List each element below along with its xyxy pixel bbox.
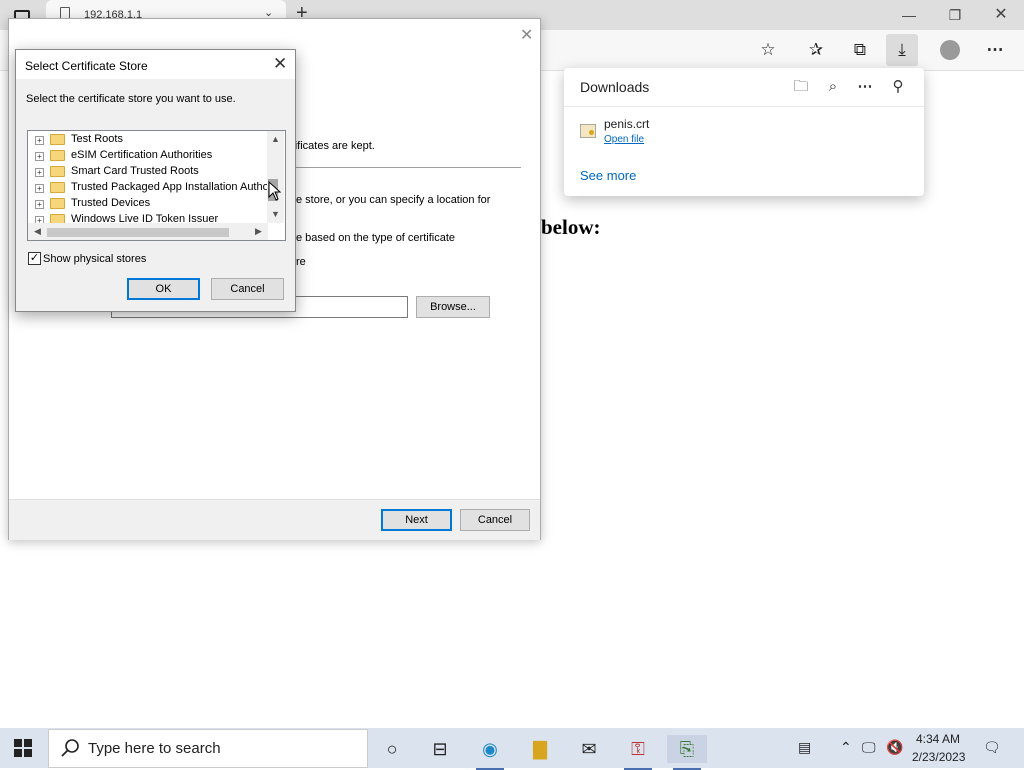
- notifications-icon[interactable]: 🗨: [983, 739, 1001, 756]
- certificate-app-icon[interactable]: ⚿: [618, 735, 658, 770]
- edge-icon[interactable]: ◉: [470, 735, 510, 770]
- browse-button[interactable]: Browse...: [416, 296, 490, 318]
- tree-item[interactable]: + eSIM Certification Authorities: [28, 148, 268, 164]
- next-button[interactable]: Next: [381, 509, 452, 531]
- show-physical-stores-checkbox[interactable]: ✓: [28, 252, 41, 265]
- scroll-up-icon[interactable]: ▲: [267, 134, 284, 144]
- tree-item[interactable]: + Test Roots: [28, 132, 268, 148]
- download-file-name[interactable]: penis.crt: [604, 117, 649, 131]
- select-certificate-store-dialog: Select Certificate Store ✕ Select the ce…: [15, 49, 296, 312]
- clock-date[interactable]: 2/23/2023: [912, 750, 965, 764]
- pin-icon[interactable]: ⚲: [887, 76, 909, 98]
- folder-icon: [50, 166, 65, 177]
- windows-start-icon[interactable]: [14, 739, 32, 757]
- certificate-file-icon: [580, 124, 596, 138]
- add-favorite-icon[interactable]: ☆: [752, 34, 784, 66]
- search-placeholder: Type here to search: [88, 740, 221, 757]
- search-icon[interactable]: ⌕: [822, 76, 844, 98]
- folder-icon: [50, 198, 65, 209]
- dialog-title: Select Certificate Store: [25, 59, 148, 73]
- page-heading: below:: [541, 215, 601, 239]
- network-icon[interactable]: 🖵: [862, 739, 876, 756]
- tree-item-label: eSIM Certification Authorities: [71, 149, 213, 161]
- clock-time[interactable]: 4:34 AM: [916, 732, 960, 746]
- expand-icon[interactable]: +: [35, 168, 44, 177]
- scroll-right-icon[interactable]: ▶: [250, 226, 267, 237]
- folder-icon: [50, 150, 65, 161]
- close-icon[interactable]: ✕: [520, 25, 533, 45]
- wizard-text: rtificates are kept.: [288, 140, 375, 152]
- divider: [564, 106, 924, 107]
- tree-item[interactable]: + Trusted Packaged App Installation Auth…: [28, 180, 268, 196]
- downloads-panel: Downloads 🗀 ⌕ ⋯ ⚲ penis.crt Open file Se…: [564, 68, 924, 196]
- wizard-text: e based on the type of certificate: [296, 232, 455, 244]
- ok-button[interactable]: OK: [127, 278, 200, 300]
- show-physical-stores-label: Show physical stores: [43, 253, 147, 265]
- minimize-button[interactable]: —: [886, 4, 932, 26]
- downloads-title: Downloads: [580, 79, 650, 95]
- tree-item[interactable]: + Smart Card Trusted Roots: [28, 164, 268, 180]
- expand-icon[interactable]: +: [35, 152, 44, 161]
- certificate-import-icon[interactable]: ⎘: [667, 735, 707, 770]
- search-icon: [61, 739, 79, 757]
- dialog-instruction: Select the certificate store you want to…: [26, 93, 236, 105]
- tree-item[interactable]: + Windows Live ID Token Issuer: [28, 212, 268, 223]
- favorites-icon[interactable]: ✰: [800, 34, 832, 66]
- downloads-button[interactable]: ⤓: [886, 34, 918, 66]
- cancel-button[interactable]: Cancel: [211, 278, 284, 300]
- open-file-link[interactable]: Open file: [604, 134, 644, 145]
- tree-item-label: Smart Card Trusted Roots: [71, 165, 199, 177]
- scroll-left-icon[interactable]: ◀: [29, 226, 46, 237]
- chevron-up-icon[interactable]: ⌃: [840, 739, 852, 756]
- wizard-text: e store, or you can specify a location f…: [296, 194, 491, 206]
- tree-item-label: Test Roots: [71, 133, 123, 145]
- action-center-icon[interactable]: ▤: [798, 739, 811, 756]
- see-more-link[interactable]: See more: [580, 168, 636, 183]
- certificate-store-tree[interactable]: + Test Roots + eSIM Certification Author…: [27, 130, 286, 241]
- tree-item-label: Trusted Packaged App Installation Autho: [71, 181, 268, 193]
- close-icon[interactable]: ✕: [273, 54, 287, 74]
- expand-icon[interactable]: +: [35, 136, 44, 145]
- file-explorer-icon[interactable]: ▇: [520, 735, 560, 763]
- expand-icon[interactable]: +: [35, 184, 44, 193]
- close-window-button[interactable]: ✕: [978, 4, 1024, 26]
- collections-icon[interactable]: ⧉: [844, 34, 876, 66]
- expand-icon[interactable]: +: [35, 200, 44, 209]
- more-icon[interactable]: ⋯: [854, 76, 876, 98]
- folder-icon: [50, 134, 65, 145]
- tree-item[interactable]: + Trusted Devices: [28, 196, 268, 212]
- mail-icon[interactable]: ✉: [569, 735, 609, 763]
- scrollbar-thumb[interactable]: [47, 228, 229, 237]
- cancel-button[interactable]: Cancel: [460, 509, 530, 531]
- tree-item-label: Windows Live ID Token Issuer: [71, 213, 219, 223]
- folder-icon: [50, 214, 65, 223]
- scroll-down-icon[interactable]: ▼: [267, 209, 284, 219]
- folder-icon: [50, 182, 65, 193]
- tree-item-label: Trusted Devices: [71, 197, 151, 209]
- profile-avatar[interactable]: [940, 40, 960, 60]
- task-view-icon[interactable]: ⊟: [420, 735, 460, 763]
- divider: [287, 167, 521, 168]
- wizard-text: re: [296, 256, 306, 268]
- folder-icon[interactable]: 🗀: [790, 76, 812, 98]
- cortana-icon[interactable]: ○: [372, 735, 412, 763]
- expand-icon[interactable]: +: [35, 216, 44, 223]
- volume-muted-icon[interactable]: 🔇: [886, 739, 903, 756]
- more-options-icon[interactable]: ⋯: [979, 34, 1011, 66]
- mouse-cursor-icon: [268, 181, 282, 201]
- restore-button[interactable]: ❐: [932, 4, 978, 26]
